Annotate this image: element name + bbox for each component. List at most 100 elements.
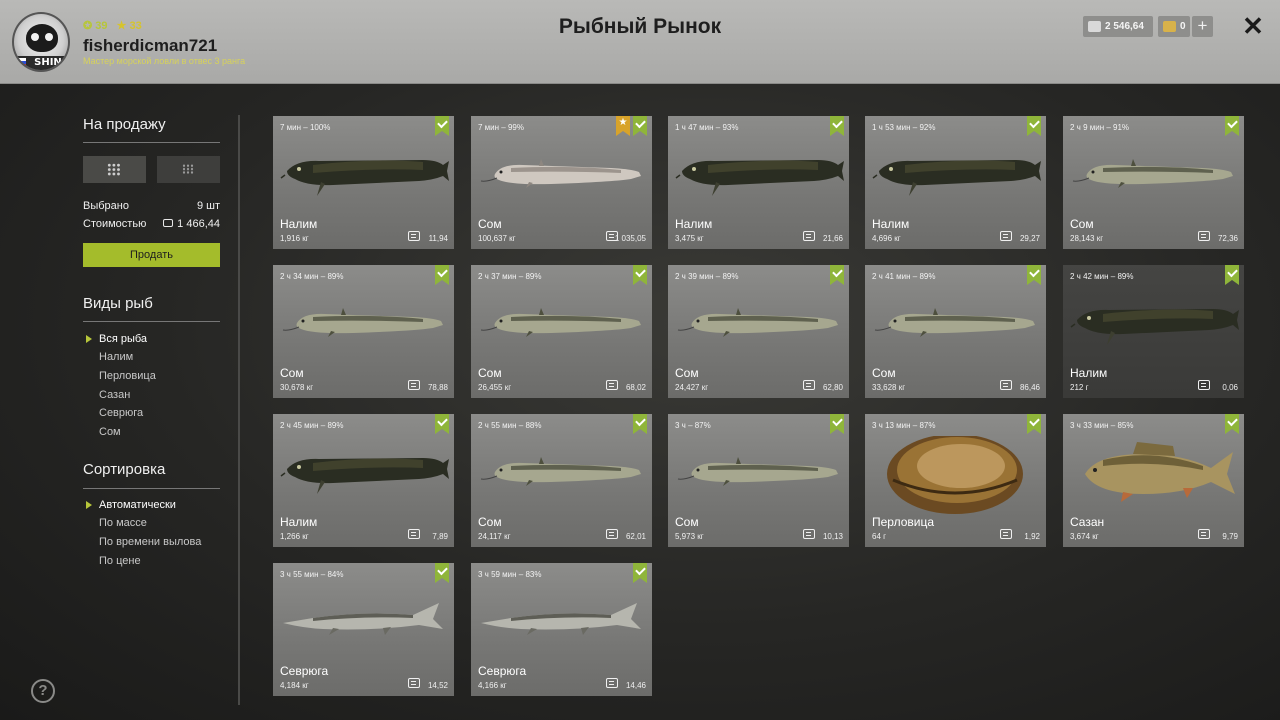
filter-burbot[interactable]: Налим	[99, 351, 133, 363]
fish-weight: 24,117 кг	[478, 532, 511, 541]
fish-card[interactable]: 2 ч 34 мин – 89% Сом 30,678 кг 78,88	[273, 265, 454, 398]
catch-time: 2 ч 9 мин – 91%	[1070, 123, 1130, 132]
selected-check-icon[interactable]	[1027, 265, 1041, 285]
filter-carp[interactable]: Сазан	[99, 389, 130, 401]
selected-check-icon[interactable]	[633, 414, 647, 434]
fish-weight: 3,475 кг	[675, 234, 704, 243]
coin-icon	[803, 231, 815, 241]
selected-check-icon[interactable]	[1027, 116, 1041, 136]
selected-check-icon[interactable]	[633, 563, 647, 583]
fish-card[interactable]: 2 ч 42 мин – 89% Налим 212 г 0,06	[1063, 265, 1244, 398]
favorite-star-icon[interactable]: ★	[616, 116, 630, 136]
sort-by-catch-time[interactable]: По времени вылова	[99, 536, 201, 548]
coin-icon	[1198, 231, 1210, 241]
sidebar-divider	[238, 115, 240, 705]
selected-check-icon[interactable]	[435, 116, 449, 136]
coin-icon	[163, 219, 174, 227]
catch-time: 3 ч 13 мин – 87%	[872, 421, 936, 430]
fish-card[interactable]: 7 мин – 99% ★ Сом 100,637 кг 1 035,05	[471, 116, 652, 249]
catfish-image	[677, 457, 838, 486]
fish-card[interactable]: 2 ч 39 мин – 89% Сом 24,427 кг 62,80	[668, 265, 849, 398]
selected-check-icon[interactable]	[830, 116, 844, 136]
fish-card[interactable]: 3 ч 55 мин – 84% Севрюга 4,184 кг 14,52	[273, 563, 454, 696]
catch-time: 3 ч 59 мин – 83%	[478, 570, 542, 579]
filter-stellate-sturgeon[interactable]: Севрюга	[99, 407, 143, 419]
help-button[interactable]: ?	[31, 679, 55, 703]
fish-card[interactable]: 3 ч 33 мин – 85% Сазан 3,674 кг 9,79	[1063, 414, 1244, 547]
selected-check-icon[interactable]	[435, 414, 449, 434]
silver-coin-icon	[1088, 21, 1101, 32]
fish-card[interactable]: 2 ч 45 мин – 89% Налим 1,266 кг 7,89	[273, 414, 454, 547]
fish-weight: 1,916 кг	[280, 234, 309, 243]
fish-price: 11,94	[428, 234, 448, 243]
fish-weight: 64 г	[872, 532, 887, 541]
selected-check-icon[interactable]	[1027, 414, 1041, 434]
fish-card[interactable]: 2 ч 37 мин – 89% Сом 26,455 кг 68,02	[471, 265, 652, 398]
catch-time: 2 ч 45 мин – 89%	[280, 421, 344, 430]
fish-price: 86,46	[1019, 383, 1040, 392]
coin-icon	[408, 231, 420, 241]
selected-check-icon[interactable]	[1225, 414, 1239, 434]
carp-image	[1085, 442, 1235, 502]
large-grid-view-button[interactable]	[83, 156, 146, 183]
coin-icon	[408, 380, 420, 390]
gold-balance: 0	[1158, 16, 1190, 37]
fish-card[interactable]: 1 ч 47 мин – 93% Налим 3,475 кг 21,66	[668, 116, 849, 249]
fish-card[interactable]: 2 ч 55 мин – 88% Сом 24,117 кг 62,01	[471, 414, 652, 547]
fish-card[interactable]: 1 ч 53 мин – 92% Налим 4,696 кг 29,27	[865, 116, 1046, 249]
fish-card[interactable]: 3 ч 13 мин – 87% Перловица 64 г 1,92	[865, 414, 1046, 547]
catch-time: 7 мин – 100%	[280, 123, 331, 132]
sort-auto[interactable]: Автоматически	[86, 499, 176, 511]
coin-icon	[606, 380, 618, 390]
cost-value: 1 466,44	[163, 218, 220, 230]
sort-by-mass[interactable]: По массе	[99, 517, 147, 529]
fish-name: Сом	[1070, 217, 1094, 231]
selected-check-icon[interactable]	[830, 414, 844, 434]
fish-name: Сом	[478, 515, 502, 529]
fish-card[interactable]: 3 ч – 87% Сом 5,973 кг 10,13	[668, 414, 849, 547]
fish-price: 29,27	[1019, 234, 1040, 243]
burbot-image	[675, 160, 844, 196]
fish-card[interactable]: 3 ч 59 мин – 83% Севрюга 4,166 кг 14,46	[471, 563, 652, 696]
close-button[interactable]: ✕	[1240, 12, 1266, 40]
catfish-image	[874, 308, 1035, 337]
silver-balance: 2 546,64	[1083, 16, 1153, 37]
fish-card[interactable]: 2 ч 9 мин – 91% Сом 28,143 кг 72,36	[1063, 116, 1244, 249]
coin-icon	[408, 678, 420, 688]
filter-mussel[interactable]: Перловица	[99, 370, 156, 382]
fish-name: Налим	[675, 217, 713, 231]
catch-time: 2 ч 37 мин – 89%	[478, 272, 542, 281]
burbot-image	[280, 160, 449, 196]
filter-all-fish[interactable]: Вся рыба	[85, 333, 147, 345]
coin-icon	[1000, 529, 1012, 539]
coin-icon	[1000, 380, 1012, 390]
silver-value: 2 546,64	[1105, 21, 1144, 32]
catch-time: 2 ч 55 мин – 88%	[478, 421, 542, 430]
fish-weight: 1,266 кг	[280, 532, 309, 541]
selected-check-icon[interactable]	[435, 265, 449, 285]
sort-by-price[interactable]: По цене	[99, 555, 141, 567]
small-grid-view-button[interactable]	[157, 156, 220, 183]
coin-icon	[803, 380, 815, 390]
selected-check-icon[interactable]	[1225, 265, 1239, 285]
selected-check-icon[interactable]	[633, 116, 647, 136]
catch-time: 3 ч – 87%	[675, 421, 711, 430]
selected-check-icon[interactable]	[1225, 116, 1239, 136]
selected-check-icon[interactable]	[830, 265, 844, 285]
fish-price: 14,52	[427, 681, 448, 690]
fish-price: 68,02	[625, 383, 646, 392]
catfish-image	[282, 308, 443, 337]
selected-check-icon[interactable]	[435, 563, 449, 583]
selected-check-icon[interactable]	[633, 265, 647, 285]
fish-card[interactable]: 2 ч 41 мин – 89% Сом 33,628 кг 86,46	[865, 265, 1046, 398]
fish-name: Сом	[478, 217, 502, 231]
fish-weight: 212 г	[1070, 383, 1089, 392]
filter-catfish[interactable]: Сом	[99, 426, 121, 438]
sell-button[interactable]: Продать	[83, 243, 220, 267]
fish-card[interactable]: 7 мин – 100% Налим 1,916 кг 11,94	[273, 116, 454, 249]
selected-cost: Стоимостью 1 466,44	[83, 218, 220, 230]
fish-types-title: Виды рыб	[83, 295, 153, 312]
fish-name: Севрюга	[478, 664, 527, 678]
add-currency-button[interactable]: +	[1192, 16, 1213, 37]
fish-weight: 4,184 кг	[280, 681, 309, 690]
